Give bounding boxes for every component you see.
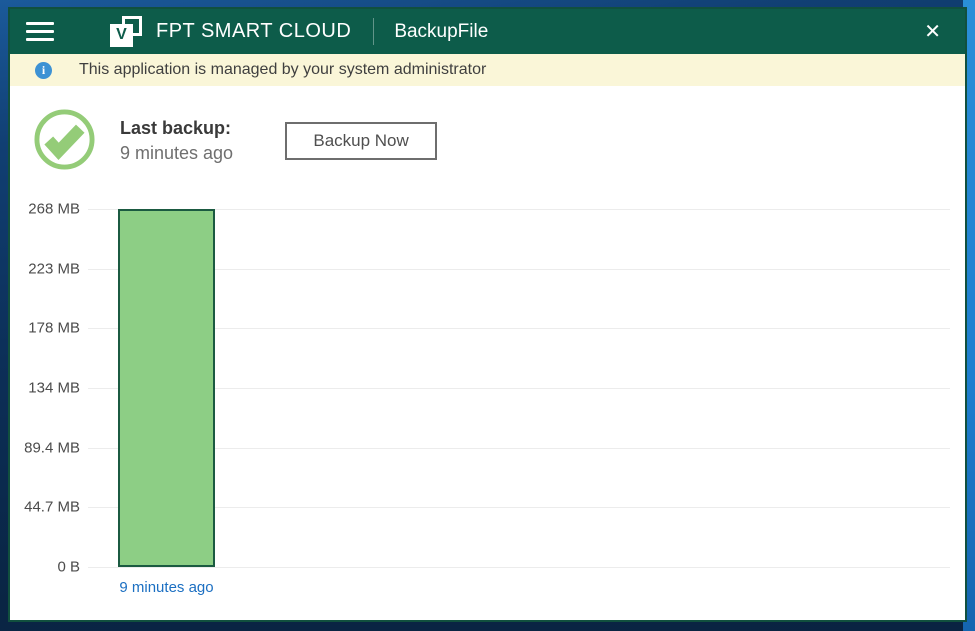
gridline bbox=[88, 328, 950, 329]
y-tick-label: 178 MB bbox=[28, 320, 80, 337]
main-content: Last backup: 9 minutes ago Backup Now 26… bbox=[10, 86, 965, 620]
chart-bar[interactable] bbox=[118, 209, 215, 567]
menu-icon[interactable] bbox=[26, 22, 54, 41]
gridline bbox=[88, 448, 950, 449]
gridline bbox=[88, 567, 950, 568]
y-tick-label: 89.4 MB bbox=[24, 439, 80, 456]
info-icon: i bbox=[35, 62, 52, 79]
backup-status-row: Last backup: 9 minutes ago Backup Now bbox=[33, 108, 437, 171]
close-icon[interactable]: ✕ bbox=[918, 18, 947, 46]
app-window: V FPT SMART CLOUD BackupFile ✕ i This ap… bbox=[8, 7, 967, 622]
last-backup-value: 9 minutes ago bbox=[120, 143, 233, 164]
plot: 9 minutes ago bbox=[88, 209, 950, 567]
y-tick-label: 268 MB bbox=[28, 201, 80, 218]
gridline bbox=[88, 388, 950, 389]
backup-size-chart: 268 MB223 MB178 MB134 MB89.4 MB44.7 MB0 … bbox=[10, 209, 950, 567]
last-backup-label: Last backup: bbox=[120, 118, 233, 139]
gridline bbox=[88, 269, 950, 270]
success-check-icon bbox=[33, 108, 96, 171]
admin-notice-text: This application is managed by your syst… bbox=[79, 61, 486, 79]
brand-name: FPT SMART CLOUD bbox=[156, 20, 351, 43]
brand-logo-icon: V bbox=[110, 16, 142, 48]
backup-now-button[interactable]: Backup Now bbox=[285, 122, 437, 160]
x-tick-label-link[interactable]: 9 minutes ago bbox=[105, 576, 229, 599]
logo-letter: V bbox=[110, 24, 133, 47]
y-tick-label: 0 B bbox=[57, 559, 80, 576]
app-title: BackupFile bbox=[394, 21, 488, 43]
y-axis: 268 MB223 MB178 MB134 MB89.4 MB44.7 MB0 … bbox=[10, 209, 80, 567]
y-tick-label: 44.7 MB bbox=[24, 499, 80, 516]
titlebar-separator bbox=[373, 18, 374, 45]
titlebar: V FPT SMART CLOUD BackupFile ✕ bbox=[10, 9, 965, 54]
y-tick-label: 223 MB bbox=[28, 260, 80, 277]
admin-notice-bar: i This application is managed by your sy… bbox=[10, 54, 965, 86]
gridline bbox=[88, 507, 950, 508]
gridline bbox=[88, 209, 950, 210]
y-tick-label: 134 MB bbox=[28, 380, 80, 397]
